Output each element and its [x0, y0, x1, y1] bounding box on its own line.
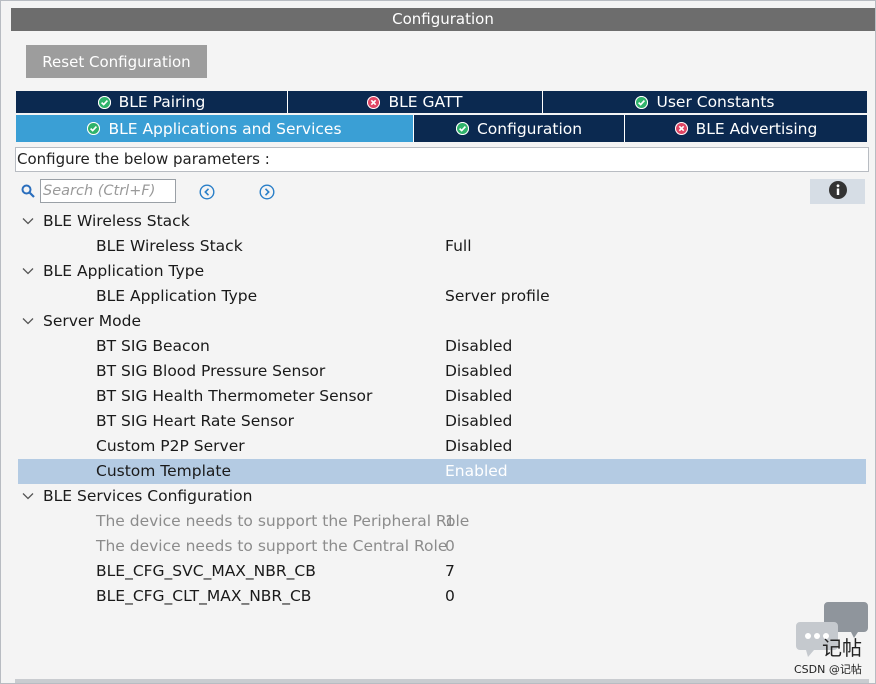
watermark-credit: CSDN @记帖: [794, 663, 862, 676]
tab-ble-pairing[interactable]: BLE Pairing: [16, 91, 288, 113]
tree-group-label: BLE Application Type: [43, 262, 205, 280]
tab-label: BLE GATT: [388, 93, 463, 111]
tab-ble-gatt[interactable]: BLE GATT: [288, 91, 543, 113]
parameter-name: BLE Wireless Stack: [96, 237, 243, 255]
check-circle-icon: [455, 122, 469, 135]
parameter-name: Custom P2P Server: [96, 437, 245, 455]
configuration-panel: Configuration Reset Configuration BLE Pa…: [0, 0, 876, 684]
description-field: Configure the below parameters :: [15, 147, 869, 172]
parameter-name: BT SIG Blood Pressure Sensor: [96, 362, 326, 380]
previous-result-icon[interactable]: [199, 184, 215, 200]
check-circle-icon: [97, 95, 111, 109]
tab-user-constants[interactable]: User Constants: [543, 91, 867, 113]
parameter-value[interactable]: 0: [445, 534, 455, 559]
parameter-name: BLE Application Type: [96, 287, 258, 305]
tree-group-label: Server Mode: [43, 312, 141, 330]
parameter-row[interactable]: BT SIG Heart Rate Sensor Disabled: [18, 409, 866, 434]
tab-row-2: BLE Applications and Services Configurati…: [16, 115, 867, 142]
tree-group-label: BLE Wireless Stack: [43, 212, 190, 230]
parameter-row[interactable]: Custom Template Enabled: [18, 459, 866, 484]
tab-configuration[interactable]: Configuration: [414, 115, 625, 142]
tab-label: BLE Pairing: [118, 93, 206, 111]
tab-label: User Constants: [656, 93, 775, 111]
tree-group-label: BLE Services Configuration: [43, 487, 253, 505]
parameter-row[interactable]: BLE_CFG_CLT_MAX_NBR_CB 0: [18, 584, 866, 609]
tree-group[interactable]: Server Mode: [18, 309, 866, 334]
watermark-text: 记帖: [822, 636, 862, 660]
parameter-value[interactable]: Disabled: [445, 334, 512, 359]
search-toolbar: [15, 177, 869, 207]
error-circle-icon: [367, 95, 381, 109]
parameter-row[interactable]: BLE Wireless Stack Full: [18, 234, 866, 259]
tab-label: BLE Advertising: [695, 119, 818, 138]
tab-bar: BLE Pairing BLE GATT User Constants BLE Ap…: [16, 91, 867, 142]
parameter-value[interactable]: Disabled: [445, 434, 512, 459]
error-circle-icon: [674, 122, 688, 135]
tab-ble-advertising[interactable]: BLE Advertising: [625, 115, 867, 142]
parameter-value[interactable]: Enabled: [445, 459, 508, 484]
parameter-row[interactable]: BT SIG Blood Pressure Sensor Disabled: [18, 359, 866, 384]
parameter-name: BT SIG Health Thermometer Sensor: [96, 387, 373, 405]
check-circle-icon: [635, 95, 649, 109]
info-icon: [828, 180, 848, 204]
parameter-name: Custom Template: [96, 462, 232, 480]
parameter-name: BLE_CFG_SVC_MAX_NBR_CB: [96, 562, 316, 580]
tree-group[interactable]: BLE Application Type: [18, 259, 866, 284]
tree-group[interactable]: BLE Services Configuration: [18, 484, 866, 509]
parameter-row[interactable]: The device needs to support the Peripher…: [18, 509, 866, 534]
parameter-value[interactable]: Disabled: [445, 409, 512, 434]
parameter-value[interactable]: 0: [445, 584, 455, 609]
parameter-row[interactable]: BT SIG Beacon Disabled: [18, 334, 866, 359]
parameter-name: BLE_CFG_CLT_MAX_NBR_CB: [96, 587, 312, 605]
parameter-row[interactable]: BLE Application Type Server profile: [18, 284, 866, 309]
parameter-value[interactable]: Server profile: [445, 284, 550, 309]
next-result-icon[interactable]: [259, 184, 275, 200]
parameter-value[interactable]: Disabled: [445, 384, 512, 409]
search-icon: [21, 184, 35, 202]
tab-ble-applications-and-services[interactable]: BLE Applications and Services: [16, 115, 414, 142]
parameter-row[interactable]: Custom P2P Server Disabled: [18, 434, 866, 459]
parameter-row[interactable]: The device needs to support the Central …: [18, 534, 866, 559]
tab-row-1: BLE Pairing BLE GATT User Constants: [16, 91, 867, 115]
parameter-name: BT SIG Heart Rate Sensor: [96, 412, 295, 430]
reset-configuration-button[interactable]: Reset Configuration: [26, 45, 207, 78]
tab-label: Configuration: [476, 119, 583, 138]
info-button[interactable]: [810, 179, 865, 204]
window-title: Configuration: [11, 8, 875, 31]
parameter-row[interactable]: BT SIG Health Thermometer Sensor Disabled: [18, 384, 866, 409]
parameter-name: The device needs to support the Peripher…: [96, 512, 470, 530]
parameter-value[interactable]: Full: [445, 234, 472, 259]
parameter-value[interactable]: 1: [445, 509, 455, 534]
tab-label: BLE Applications and Services: [108, 119, 342, 138]
horizontal-scrollbar[interactable]: [15, 679, 869, 683]
parameter-value[interactable]: Disabled: [445, 359, 512, 384]
search-input[interactable]: [40, 179, 176, 203]
tree-group[interactable]: BLE Wireless Stack: [18, 209, 866, 234]
parameter-tree: BLE Wireless Stack BLE Wireless Stack Full…: [18, 209, 866, 609]
parameter-value[interactable]: 7: [445, 559, 455, 584]
parameter-name: The device needs to support the Central …: [96, 537, 448, 555]
parameter-row[interactable]: BLE_CFG_SVC_MAX_NBR_CB 7: [18, 559, 866, 584]
parameter-name: BT SIG Beacon: [96, 337, 210, 355]
check-circle-icon: [87, 122, 101, 135]
